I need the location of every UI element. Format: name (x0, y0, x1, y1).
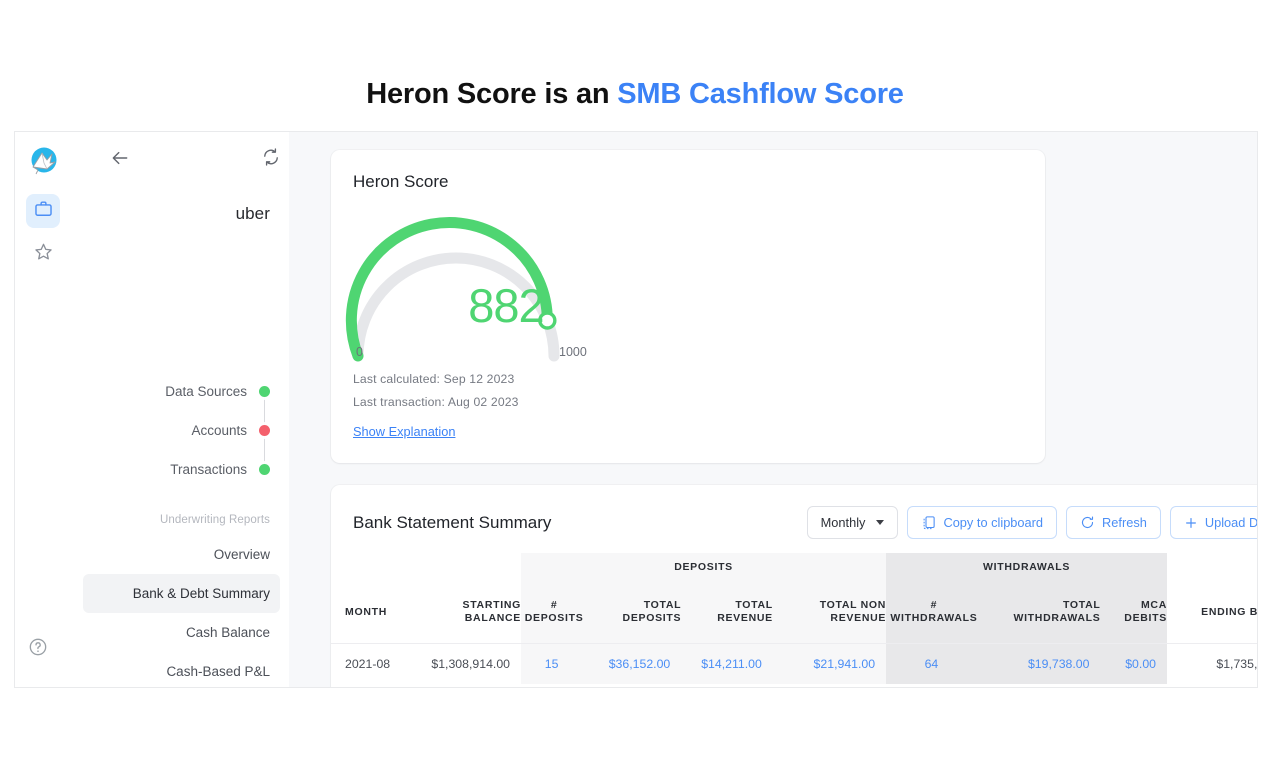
heron-score-value: 882 (468, 279, 544, 332)
column-header-num-deposits[interactable]: # DEPOSITS (521, 581, 588, 644)
last-calculated-text: Last calculated: Sep 12 2023 (353, 372, 515, 386)
column-header-total-withdrawals[interactable]: TOTAL WITHDRAWALS (981, 581, 1101, 644)
nav-item-bank-and-debt-summary[interactable]: Bank & Debt Summary (83, 574, 280, 613)
status-badge (259, 425, 270, 436)
cell-total-withdrawals[interactable]: $19,738.00 (981, 643, 1101, 684)
status-badge (259, 464, 270, 475)
bank-statement-summary-card: Bank Statement Summary Monthly Copy to c… (331, 485, 1257, 687)
screenshot-root: Heron Score is an SMB Cashflow Score ube… (0, 0, 1270, 760)
nav-item-list: Overview Bank & Debt Summary Cash Balanc… (83, 535, 280, 687)
cell-total-revenue[interactable]: $14,211.00 (681, 643, 773, 684)
app-window: uber Data Sources Accounts Transactions … (14, 131, 1258, 688)
page-title-plain: Heron Score is an (366, 78, 618, 110)
upload-data-label: Upload Data (1204, 515, 1257, 530)
copy-icon (921, 515, 936, 530)
period-dropdown-value: Monthly (820, 515, 866, 530)
status-label: Accounts (191, 423, 247, 438)
sync-icon (261, 148, 281, 171)
cell-mca-debits[interactable]: $0.00 (1100, 643, 1167, 684)
star-icon (34, 242, 53, 266)
cell-starting-balance: $1,308,914.00 (419, 643, 521, 684)
table-body: 2021-08 $1,308,914.00 15 $36,152.00 $14,… (331, 643, 1257, 684)
cell-total-deposits[interactable]: $36,152.00 (587, 643, 682, 684)
chevron-down-icon (876, 520, 885, 525)
show-explanation-link[interactable]: Show Explanation (353, 424, 455, 439)
column-header-num-withdrawals[interactable]: # WITHDRAWALS (886, 581, 982, 644)
main-content: Heron Score 882 0 1000 Last calculated: … (289, 132, 1257, 687)
table-head: DEPOSITS WITHDRAWALS MONTH STARTING BALA… (331, 553, 1257, 644)
icon-rail (15, 132, 75, 687)
sync-button[interactable] (261, 147, 281, 167)
bank-summary-table: DEPOSITS WITHDRAWALS MONTH STARTING BALA… (331, 553, 1257, 684)
cell-num-deposits[interactable]: 15 (521, 643, 588, 684)
group-spacer-starting (419, 553, 521, 581)
cell-ending-balance: $1,735,237.00 (1167, 643, 1257, 684)
back-arrow-icon (110, 151, 130, 172)
heron-score-title: Heron Score (353, 172, 449, 191)
nav-item-overview[interactable]: Overview (83, 535, 280, 574)
cell-total-non-revenue[interactable]: $21,941.00 (772, 643, 887, 684)
status-item-data-sources[interactable]: Data Sources (80, 372, 270, 411)
refresh-icon (1080, 515, 1095, 530)
help-icon (28, 638, 48, 661)
cell-num-withdrawals[interactable]: 64 (886, 643, 982, 684)
upload-data-button[interactable]: Upload Data (1169, 506, 1257, 539)
period-dropdown[interactable]: Monthly (806, 506, 899, 539)
table-row[interactable]: 2021-08 $1,308,914.00 15 $36,152.00 $14,… (331, 643, 1257, 684)
nav-panel: uber Data Sources Accounts Transactions … (74, 132, 290, 687)
gauge-min-label: 0 (356, 345, 363, 359)
column-header-mca-debits[interactable]: MCA DEBITS (1100, 581, 1167, 644)
company-name: uber (235, 204, 270, 223)
status-item-accounts[interactable]: Accounts (80, 411, 270, 450)
copy-to-clipboard-label: Copy to clipboard (943, 515, 1044, 530)
refresh-label: Refresh (1102, 515, 1147, 530)
bank-summary-title: Bank Statement Summary (353, 513, 552, 532)
group-header-withdrawals: WITHDRAWALS (886, 553, 1167, 581)
table-header-row: MONTH STARTING BALANCE # DEPOSITS TOTAL … (331, 581, 1257, 644)
status-label: Data Sources (165, 384, 247, 399)
cell-month: 2021-08 (331, 643, 419, 684)
status-label: Transactions (170, 462, 247, 477)
refresh-button[interactable]: Refresh (1066, 506, 1161, 539)
group-spacer-ending (1167, 553, 1257, 581)
status-list: Data Sources Accounts Transactions (80, 372, 270, 489)
status-badge (259, 386, 270, 397)
column-header-starting-balance[interactable]: STARTING BALANCE (419, 581, 521, 644)
help-button[interactable] (28, 637, 56, 665)
group-header-deposits: DEPOSITS (521, 553, 887, 581)
bank-summary-toolbar: Monthly Copy to clipboard Refresh Upload (806, 506, 1257, 539)
heron-score-card: Heron Score 882 0 1000 Last calculated: … (331, 150, 1045, 463)
nav-section-title: Underwriting Reports (159, 514, 270, 526)
plus-icon (1184, 516, 1198, 530)
copy-to-clipboard-button[interactable]: Copy to clipboard (907, 506, 1058, 539)
nav-item-cash-balance[interactable]: Cash Balance (83, 613, 280, 652)
heron-logo[interactable] (25, 143, 61, 179)
column-header-month[interactable]: MONTH (331, 581, 419, 644)
page-title: Heron Score is an SMB Cashflow Score (0, 78, 1270, 111)
status-item-transactions[interactable]: Transactions (80, 450, 270, 489)
nav-item-cash-based-pl[interactable]: Cash-Based P&L (83, 652, 280, 687)
sidebar-item-portfolio[interactable] (26, 194, 60, 228)
back-button[interactable] (110, 148, 130, 168)
nav-toolbar (74, 132, 289, 184)
column-header-total-deposits[interactable]: TOTAL DEPOSITS (587, 581, 682, 644)
briefcase-icon (34, 199, 53, 223)
column-header-total-non-revenue[interactable]: TOTAL NON REVENUE (772, 581, 887, 644)
column-header-ending-balance[interactable]: ENDING BALANCE (1167, 581, 1257, 644)
sidebar-item-favorites[interactable] (26, 237, 60, 271)
table-group-header-row: DEPOSITS WITHDRAWALS (331, 553, 1257, 581)
column-header-total-revenue[interactable]: TOTAL REVENUE (681, 581, 773, 644)
gauge-max-label: 1000 (559, 345, 587, 359)
group-spacer-month (331, 553, 419, 581)
last-transaction-text: Last transaction: Aug 02 2023 (353, 395, 519, 409)
page-title-accent: SMB Cashflow Score (617, 78, 904, 110)
